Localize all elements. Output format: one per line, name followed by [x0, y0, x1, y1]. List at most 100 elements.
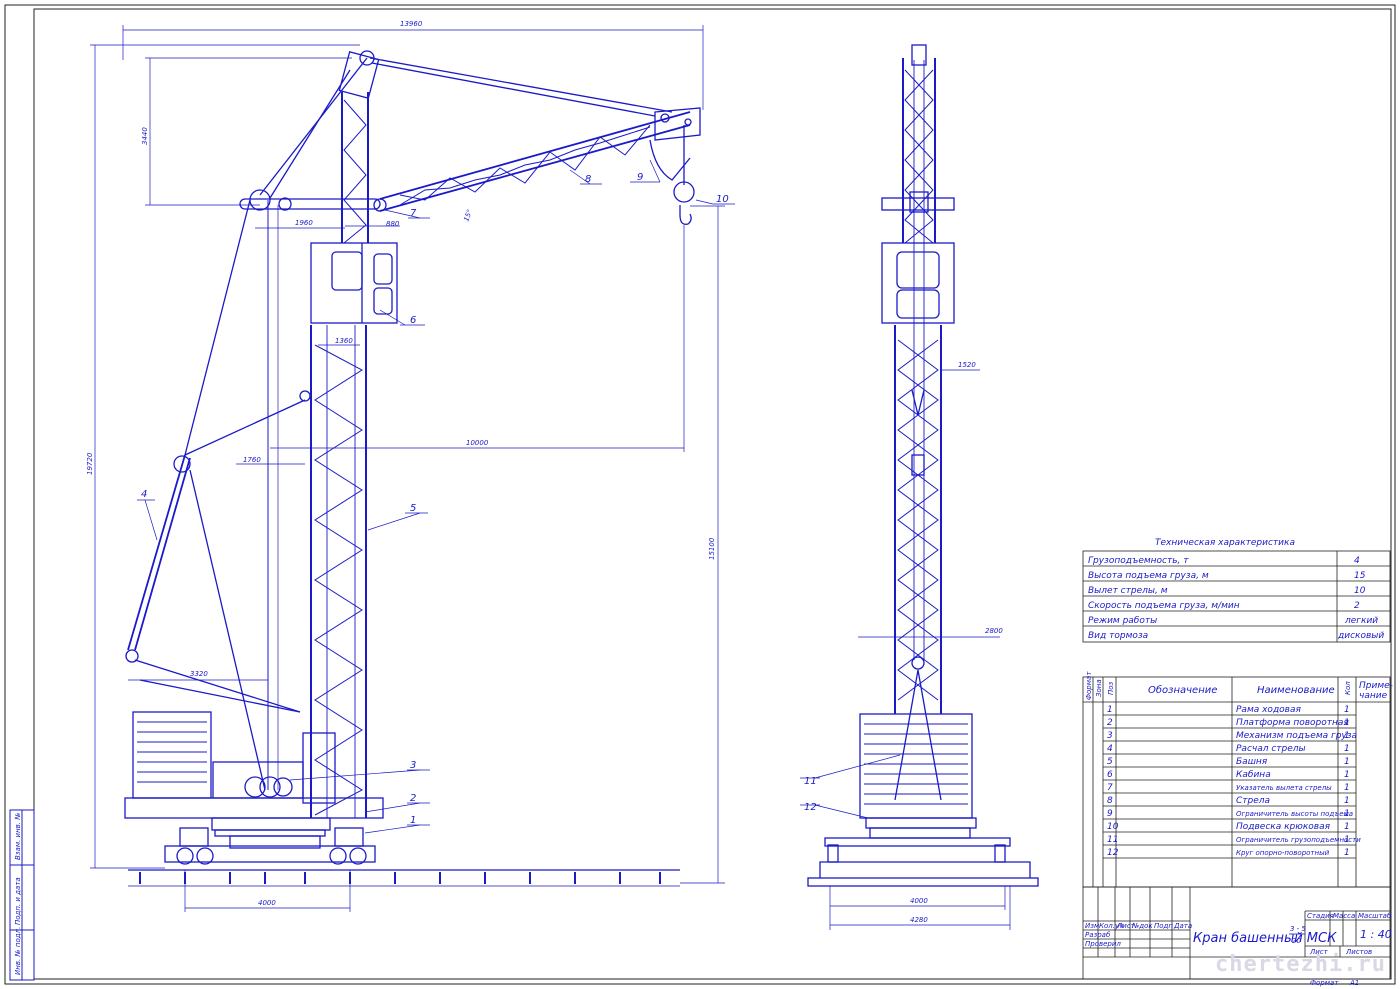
- spec-pos: 6: [1107, 770, 1113, 780]
- tb-mass: Масса: [1333, 912, 1355, 920]
- callout-4: 4: [141, 489, 147, 500]
- tech-value: 2: [1354, 601, 1360, 611]
- tb-prover: Проверил: [1085, 940, 1121, 948]
- spec-name: Механизм подъема груза: [1236, 731, 1357, 741]
- spec-name: Указатель вылета стрелы: [1236, 784, 1332, 792]
- callout-2: 2: [410, 793, 416, 804]
- callout-1: 1: [410, 815, 416, 826]
- side-view: [807, 44, 1039, 887]
- spec-h-qty: Кол: [1344, 681, 1352, 695]
- watermark-text: chertezhi.ru: [1215, 952, 1386, 977]
- tb-format-value: A1: [1349, 979, 1359, 987]
- dim-1960: 1960: [295, 219, 313, 227]
- dim-10000: 10000: [466, 439, 489, 447]
- spec-name: Расчал стрелы: [1236, 744, 1306, 754]
- spec-h-note2: чание: [1359, 691, 1388, 701]
- spec-pos: 12: [1107, 848, 1119, 858]
- spec-pos: 9: [1107, 809, 1113, 819]
- callout-6: 6: [410, 315, 416, 326]
- spec-pos: 5: [1107, 757, 1113, 767]
- dim-13960: 13960: [400, 20, 423, 28]
- spec-name: Подвеска крюковая: [1236, 822, 1331, 832]
- spec-h-zone: Зона: [1095, 679, 1103, 697]
- spec-h-pos: Поз: [1107, 681, 1115, 695]
- callout-3: 3: [410, 760, 416, 771]
- spec-headers: Формат Зона Поз Обозначение Наименование…: [1085, 671, 1393, 701]
- dim-angle: 15°: [462, 208, 474, 222]
- callout-5: 5: [410, 503, 416, 514]
- spec-name: Башня: [1236, 757, 1268, 767]
- spec-qty: 1: [1344, 770, 1350, 780]
- callout-8: 8: [585, 174, 591, 185]
- spec-name: Стрела: [1236, 796, 1270, 806]
- spec-h-designation: Обозначение: [1148, 684, 1217, 696]
- dim-side-1520: 1520: [958, 361, 976, 369]
- callout-9: 9: [637, 172, 643, 183]
- spec-name: Кабина: [1236, 770, 1271, 780]
- tb-izm: Изм: [1085, 922, 1100, 930]
- dim-3320: 3320: [190, 670, 208, 678]
- spec-pos: 8: [1107, 796, 1113, 806]
- dim-1360: 1360: [335, 337, 353, 345]
- dim-side-4280: 4280: [910, 916, 928, 924]
- spec-pos: 11: [1107, 835, 1118, 845]
- tech-value: легкий: [1344, 616, 1378, 626]
- spec-h-name: Наименование: [1257, 685, 1335, 696]
- callout-10: 10: [716, 194, 729, 205]
- tech-name: Режим работы: [1088, 616, 1157, 626]
- inner-frame: [33, 8, 1392, 980]
- spec-qty: 1: [1344, 848, 1350, 858]
- dim-4000: 4000: [258, 899, 276, 907]
- outer-frame: [4, 4, 1396, 985]
- spec-qty: 1: [1344, 705, 1350, 715]
- tech-name: Грузоподъемность, т: [1088, 556, 1189, 566]
- spec-qty: 1: [1344, 744, 1350, 754]
- tech-value: 15: [1354, 571, 1366, 581]
- spec-name: Круг опорно-поворотный: [1236, 849, 1330, 857]
- strip-label-1: Инв. № подл.: [14, 927, 22, 975]
- tech-name: Вид тормоза: [1088, 631, 1148, 641]
- spec-qty: 1: [1344, 809, 1350, 819]
- spec-pos: 4: [1107, 744, 1113, 754]
- tech-rows: Грузоподъемность, т 4 Высота подъема гру…: [1088, 556, 1384, 641]
- drawing-sheet: Инв. № подл. Подп. и дата Взам. инв. № 1…: [4, 4, 1396, 987]
- callout-12: 12: [804, 802, 817, 813]
- spec-name: Ограничитель грузоподъемности: [1236, 836, 1361, 844]
- tb-frac-bottom: 20: [1292, 937, 1301, 945]
- spec-qty: 1: [1344, 718, 1350, 728]
- tb-scale: 1 : 40: [1360, 928, 1392, 941]
- front-dimensions: [90, 25, 725, 912]
- strip-label-3: Взам. инв. №: [14, 812, 22, 860]
- tech-name: Вылет стрелы, м: [1088, 586, 1168, 596]
- spec-qty: 1: [1344, 783, 1350, 793]
- callout-11: 11: [804, 776, 817, 787]
- spec-qty: 1: [1344, 822, 1350, 832]
- tb-scale-label: Масштаб: [1358, 912, 1392, 920]
- tech-value: 4: [1354, 556, 1360, 566]
- tb-stage: Стадия: [1307, 912, 1334, 920]
- tb-data: Дата: [1173, 922, 1192, 930]
- sleepers: [139, 872, 661, 884]
- tb-ndok: №док: [1131, 922, 1153, 930]
- tech-name: Высота подъема груза, м: [1088, 571, 1209, 581]
- tb-podp: Подп: [1154, 922, 1173, 930]
- callout-leaders-front: [137, 159, 735, 834]
- spec-name: Ограничитель высоты подъема: [1236, 810, 1353, 818]
- tech-title: Техническая характеристика: [1155, 538, 1295, 548]
- tech-value: 10: [1354, 586, 1366, 596]
- tech-name: Скорость подъема груза, м/мин: [1088, 601, 1240, 611]
- spec-qty: 1: [1344, 731, 1350, 741]
- spec-pos: 2: [1107, 718, 1113, 728]
- tech-value: дисковый: [1337, 631, 1384, 641]
- dim-880: 880: [386, 220, 400, 228]
- spec-name: Рама ходовая: [1236, 705, 1301, 715]
- tb-frac-top: 3 - 5: [1290, 925, 1306, 933]
- dim-3440: 3440: [141, 127, 149, 145]
- tb-razrab: Разраб: [1085, 931, 1111, 939]
- dim-1760: 1760: [243, 456, 261, 464]
- tb-title: Кран башенный МСК: [1193, 931, 1337, 946]
- strip-label-2: Подп. и дата: [14, 877, 22, 925]
- spec-qty: 1: [1344, 757, 1350, 767]
- spec-h-format: Формат: [1085, 671, 1093, 700]
- spec-name: Платформа поворотная: [1236, 718, 1349, 728]
